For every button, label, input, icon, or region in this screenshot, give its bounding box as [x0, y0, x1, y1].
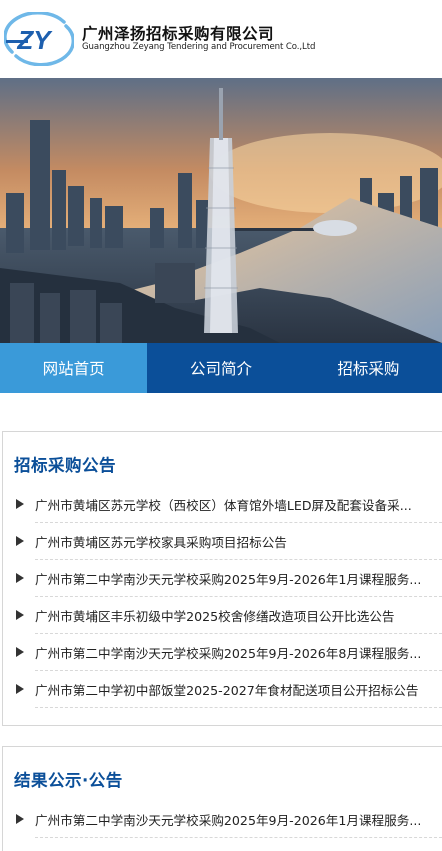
list-item[interactable]: 广州市第二中学南沙天元学校采购2025年9月-2026年1月课程服务... [3, 801, 442, 838]
divider [35, 707, 442, 708]
list-item-title[interactable]: 广州市第二中学南沙天元学校采购2025年9月-2026年1月课程服务... [35, 810, 421, 829]
company-logo[interactable]: ZY [4, 12, 74, 66]
list-item-title[interactable]: 广州市第二中学南沙天元学校采购2025年9月-2026年1月课程服务... [35, 569, 421, 588]
hero-banner-image [0, 78, 442, 343]
main-nav: 网站首页 公司简介 招标采购 [0, 343, 442, 393]
nav-item-about[interactable]: 公司简介 [147, 343, 294, 393]
triangle-right-icon [16, 573, 24, 583]
section-title[interactable]: 招标采购公告 [14, 452, 116, 476]
triangle-right-icon [16, 684, 24, 694]
list-item[interactable]: 广州市第二中学初中部饭堂2025-2027年食材配送项目公开招标公告 [3, 671, 442, 708]
list-item-title[interactable]: 广州市黄埔区苏元学校（西校区）体育馆外墙LED屏及配套设备采... [35, 495, 412, 514]
brand-name-cn: 广州泽扬招标采购有限公司 [82, 25, 275, 43]
list-item-title[interactable]: 广州市黄埔区丰乐初级中学2025校舍修缮改造项目公开比选公告 [35, 606, 395, 625]
nav-item-home[interactable]: 网站首页 [0, 343, 148, 393]
list-item[interactable]: 广州市第二中学南沙天元学校采购2025年9月-2026年8月课程服务... [3, 634, 442, 671]
list-item[interactable]: 广州市黄埔区苏元学校（西校区）体育馆外墙LED屏及配套设备采... [3, 486, 442, 523]
list-item[interactable]: 广州市黄埔区丰乐初级中学2025校舍修缮改造项目公开比选公告 [3, 597, 442, 634]
announcement-list: 广州市黄埔区苏元学校（西校区）体育馆外墙LED屏及配套设备采... 广州市黄埔区… [3, 486, 442, 708]
triangle-right-icon [16, 536, 24, 546]
triangle-right-icon [16, 814, 24, 824]
list-item-title[interactable]: 广州市第二中学南沙天元学校采购2025年9月-2026年8月课程服务... [35, 643, 421, 662]
triangle-right-icon [16, 647, 24, 657]
site-header: ZY 广州泽扬招标采购有限公司 Guangzhou Zeyang Tenderi… [0, 0, 442, 78]
nav-item-procurement[interactable]: 招标采购 [295, 343, 442, 393]
list-item[interactable]: 广州市黄埔区苏元学校家具采购项目招标公告 [3, 523, 442, 560]
triangle-right-icon [16, 499, 24, 509]
brand-name-en: Guangzhou Zeyang Tendering and Procureme… [82, 42, 316, 52]
results-list: 广州市第二中学南沙天元学校采购2025年9月-2026年1月课程服务... [3, 801, 442, 851]
section-results: 结果公示·公告 广州市第二中学南沙天元学校采购2025年9月-2026年1月课程… [2, 746, 442, 851]
section-tender-announcements: 招标采购公告 广州市黄埔区苏元学校（西校区）体育馆外墙LED屏及配套设备采...… [2, 431, 442, 726]
triangle-right-icon [16, 610, 24, 620]
list-item[interactable] [3, 838, 442, 851]
list-item-title[interactable]: 广州市黄埔区苏元学校家具采购项目招标公告 [35, 532, 287, 551]
list-item-title[interactable]: 广州市第二中学初中部饭堂2025-2027年食材配送项目公开招标公告 [35, 680, 419, 699]
list-item[interactable]: 广州市第二中学南沙天元学校采购2025年9月-2026年1月课程服务... [3, 560, 442, 597]
section-title[interactable]: 结果公示·公告 [14, 767, 123, 791]
